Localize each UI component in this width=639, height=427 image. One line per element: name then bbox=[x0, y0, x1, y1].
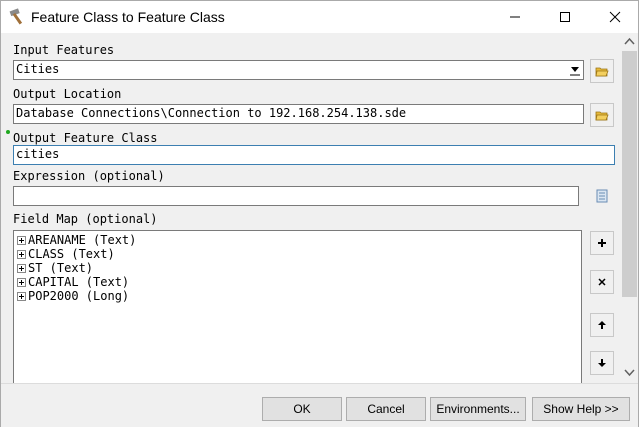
expand-icon[interactable] bbox=[17, 291, 26, 301]
dialog-body: Input Features Cities Output Location Da… bbox=[1, 33, 638, 427]
field-map-item[interactable]: ST (Text) bbox=[17, 261, 93, 275]
hammer-icon bbox=[8, 8, 28, 26]
vertical-scrollbar[interactable] bbox=[621, 33, 638, 383]
field-map-item[interactable]: AREANAME (Text) bbox=[17, 233, 136, 247]
field-map-item[interactable]: CAPITAL (Text) bbox=[17, 275, 129, 289]
required-marker bbox=[6, 130, 10, 134]
expression-label: Expression (optional) bbox=[13, 169, 165, 183]
dialog-window: Feature Class to Feature Class Input Fea… bbox=[0, 0, 639, 427]
folder-icon bbox=[595, 111, 609, 121]
field-map-item[interactable]: CLASS (Text) bbox=[17, 247, 115, 261]
plus-icon bbox=[598, 239, 606, 247]
chevron-up-icon[interactable] bbox=[624, 37, 635, 45]
close-icon bbox=[609, 11, 621, 23]
sql-builder-button[interactable] bbox=[590, 184, 614, 208]
browse-location-button[interactable] bbox=[590, 103, 614, 127]
field-map-item[interactable]: POP2000 (Long) bbox=[17, 289, 129, 303]
show-help-button[interactable]: Show Help >> bbox=[532, 397, 630, 421]
input-features-value: Cities bbox=[16, 62, 60, 76]
input-features-combo[interactable]: Cities bbox=[13, 60, 584, 80]
output-location-input[interactable]: Database Connections\Connection to 192.1… bbox=[13, 104, 584, 124]
input-features-label: Input Features bbox=[13, 43, 115, 57]
arrow-down-icon bbox=[598, 359, 606, 367]
x-icon bbox=[598, 278, 606, 286]
ok-button[interactable]: OK bbox=[262, 397, 342, 421]
move-down-button[interactable] bbox=[590, 351, 614, 375]
scrollbar-thumb[interactable] bbox=[622, 51, 637, 297]
environments-button[interactable]: Environments... bbox=[430, 397, 526, 421]
output-feature-class-label: Output Feature Class bbox=[13, 131, 158, 145]
maximize-icon bbox=[560, 12, 570, 22]
output-location-label: Output Location bbox=[13, 87, 122, 101]
field-map-tree[interactable]: AREANAME (Text) CLASS (Text) ST (Text) C… bbox=[13, 230, 582, 390]
button-bar: OK Cancel Environments... Show Help >> bbox=[1, 383, 638, 427]
maximize-button[interactable] bbox=[542, 1, 588, 33]
output-feature-class-input[interactable]: cities bbox=[13, 145, 615, 165]
move-up-button[interactable] bbox=[590, 313, 614, 337]
expand-icon[interactable] bbox=[17, 249, 26, 259]
close-button[interactable] bbox=[592, 1, 638, 33]
window-title: Feature Class to Feature Class bbox=[31, 9, 225, 25]
expression-input[interactable] bbox=[13, 186, 579, 206]
chevron-down-icon[interactable] bbox=[624, 369, 635, 377]
minimize-button[interactable] bbox=[492, 1, 538, 33]
delete-field-button[interactable] bbox=[590, 270, 614, 294]
chevron-down-icon[interactable] bbox=[569, 63, 581, 77]
expand-icon[interactable] bbox=[17, 277, 26, 287]
add-field-button[interactable] bbox=[590, 231, 614, 255]
output-feature-class-value: cities bbox=[16, 147, 60, 161]
expand-icon[interactable] bbox=[17, 235, 26, 245]
output-location-value: Database Connections\Connection to 192.1… bbox=[16, 106, 407, 120]
arrow-up-icon bbox=[598, 321, 606, 329]
minimize-icon bbox=[510, 16, 520, 18]
browse-input-button[interactable] bbox=[590, 59, 614, 83]
expand-icon[interactable] bbox=[17, 263, 26, 273]
sql-builder-icon bbox=[596, 189, 608, 203]
title-bar[interactable]: Feature Class to Feature Class bbox=[1, 1, 638, 33]
folder-icon bbox=[595, 67, 609, 77]
field-map-label: Field Map (optional) bbox=[13, 212, 158, 226]
cancel-button[interactable]: Cancel bbox=[346, 397, 426, 421]
